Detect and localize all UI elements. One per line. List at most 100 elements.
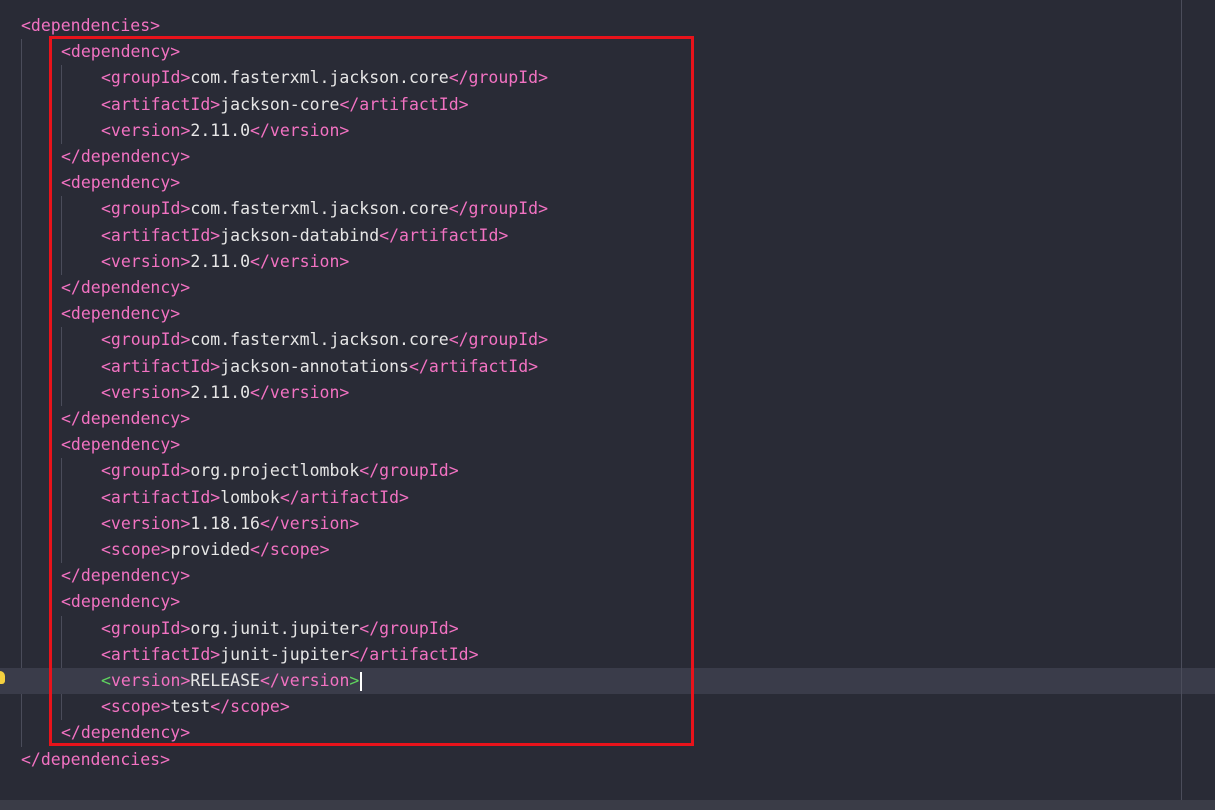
xml-tag: </groupId> <box>448 330 549 350</box>
xml-tag: <version> <box>101 382 191 402</box>
xml-tag: <artifactId> <box>101 356 221 376</box>
code-line[interactable]: <version>2.11.0</version> <box>0 380 1180 406</box>
code-line[interactable]: <artifactId>jackson-databind</artifactId… <box>0 223 1180 249</box>
code-line[interactable]: <artifactId>jackson-annotations</artifac… <box>0 354 1180 380</box>
code-line-content: </dependency> <box>61 406 190 432</box>
code-line[interactable]: <groupId>org.junit.jupiter</groupId> <box>0 616 1180 642</box>
xml-tag: <dependency> <box>61 42 181 62</box>
xml-tag: <version> <box>101 513 191 533</box>
code-line[interactable]: <dependency> <box>0 301 1180 327</box>
xml-text: 2.11.0 <box>190 251 251 271</box>
code-line-content: </dependency> <box>61 563 190 589</box>
code-line-content: <version>2.11.0</version> <box>101 118 349 144</box>
xml-tag: <artifactId> <box>101 94 221 114</box>
code-line-content: <groupId>com.fasterxml.jackson.core</gro… <box>101 65 548 91</box>
code-line-content: <scope>test</scope> <box>101 694 290 720</box>
code-line-content: <groupId>com.fasterxml.jackson.core</gro… <box>101 196 548 222</box>
code-line-content: <groupId>org.junit.jupiter</groupId> <box>101 616 459 642</box>
code-line[interactable]: <version>2.11.0</version> <box>0 118 1180 144</box>
code-line-content: <dependency> <box>61 170 180 196</box>
xml-tag: < <box>101 671 111 690</box>
code-line-content: <dependency> <box>61 432 180 458</box>
xml-tag: </dependency> <box>61 278 191 297</box>
code-line-content: </dependencies> <box>21 747 170 773</box>
code-line[interactable]: <version>1.18.16</version> <box>0 511 1180 537</box>
xml-text: RELEASE <box>190 671 260 690</box>
xml-tag: </dependency> <box>61 409 191 428</box>
xml-tag: <groupId> <box>101 68 191 88</box>
xml-text: 1.18.16 <box>190 513 260 533</box>
code-line[interactable]: <version>RELEASE</version> <box>0 668 1215 694</box>
xml-tag: </groupId> <box>448 199 549 219</box>
xml-tag: </groupId> <box>359 618 459 638</box>
code-line[interactable]: <groupId>org.projectlombok</groupId> <box>0 458 1180 484</box>
xml-tag: <groupId> <box>101 199 191 219</box>
code-line-content: <artifactId>jackson-core</artifactId> <box>101 92 469 118</box>
xml-tag: version> <box>110 671 191 690</box>
right-margin-line <box>1181 0 1182 800</box>
xml-tag: </version> <box>259 513 360 533</box>
code-editor[interactable]: <dependencies> <dependency> <groupId>com.f… <box>0 0 1215 810</box>
xml-text: provided <box>170 540 251 559</box>
code-line[interactable]: </dependency> <box>0 563 1180 589</box>
xml-tag: </artifactId> <box>379 225 509 245</box>
xml-tag: <version> <box>101 120 191 140</box>
code-line[interactable]: <scope>provided</scope> <box>0 537 1180 563</box>
code-line[interactable]: </dependencies> <box>0 747 1180 773</box>
code-line[interactable]: <groupId>com.fasterxml.jackson.core</gro… <box>0 327 1180 353</box>
xml-tag: <version> <box>101 251 191 271</box>
xml-tag: <dependencies> <box>21 16 161 35</box>
code-line[interactable]: <dependency> <box>0 170 1180 196</box>
xml-tag: <dependency> <box>61 435 181 455</box>
xml-text: 2.11.0 <box>190 382 251 402</box>
lightbulb-icon[interactable] <box>0 671 5 684</box>
xml-tag: <scope> <box>101 540 171 559</box>
code-line[interactable]: </dependency> <box>0 144 1180 170</box>
horizontal-scrollbar[interactable] <box>0 800 1215 810</box>
code-line-content: <version>RELEASE</version> <box>101 668 359 694</box>
xml-tag: <groupId> <box>101 461 191 481</box>
code-line-content: <groupId>com.fasterxml.jackson.core</gro… <box>101 327 548 353</box>
code-line[interactable]: <dependency> <box>0 432 1180 458</box>
xml-tag: <artifactId> <box>101 225 221 245</box>
code-line[interactable]: </dependency> <box>0 406 1180 432</box>
xml-tag: <dependency> <box>61 173 181 193</box>
code-line[interactable]: <scope>test</scope> <box>0 694 1180 720</box>
code-line-content: <artifactId>jackson-databind</artifactId… <box>101 223 508 249</box>
xml-text: jackson-annotations <box>220 356 409 376</box>
xml-tag: </dependency> <box>61 147 191 166</box>
code-line[interactable]: <groupId>com.fasterxml.jackson.core</gro… <box>0 65 1180 91</box>
xml-text: org.projectlombok <box>190 461 360 481</box>
xml-tag: </version <box>259 671 350 690</box>
code-line[interactable]: <dependency> <box>0 39 1180 65</box>
xml-tag: <dependency> <box>61 304 181 324</box>
code-line[interactable]: <version>2.11.0</version> <box>0 249 1180 275</box>
code-line[interactable]: </dependency> <box>0 275 1180 301</box>
code-line-content: </dependency> <box>61 275 190 301</box>
code-line[interactable]: <artifactId>jackson-core</artifactId> <box>0 92 1180 118</box>
code-line[interactable]: <artifactId>lombok</artifactId> <box>0 485 1180 511</box>
xml-tag: </version> <box>250 382 350 402</box>
xml-text: lombok <box>220 487 280 507</box>
code-line[interactable]: <artifactId>junit-jupiter</artifactId> <box>0 642 1180 668</box>
xml-text: jackson-databind <box>220 225 380 245</box>
xml-tag: </groupId> <box>359 461 459 481</box>
code-line[interactable]: <dependencies> <box>0 13 1180 39</box>
code-line[interactable]: </dependency> <box>0 720 1180 746</box>
xml-text: com.fasterxml.jackson.core <box>190 68 449 88</box>
xml-tag: <scope> <box>101 697 171 717</box>
xml-text: junit-jupiter <box>220 644 350 664</box>
code-line[interactable]: <groupId>com.fasterxml.jackson.core</gro… <box>0 196 1180 222</box>
xml-tag: > <box>349 671 360 690</box>
code-line-content: <artifactId>junit-jupiter</artifactId> <box>101 642 479 668</box>
xml-tag: </artifactId> <box>339 94 469 114</box>
xml-text: test <box>170 697 211 717</box>
code-line-content: </dependency> <box>61 144 190 170</box>
xml-tag: <dependency> <box>61 592 181 612</box>
code-line[interactable]: <dependency> <box>0 589 1180 615</box>
xml-text: 2.11.0 <box>190 120 251 140</box>
xml-tag: <artifactId> <box>101 644 221 664</box>
xml-text: com.fasterxml.jackson.core <box>190 330 449 350</box>
code-line-content: <version>2.11.0</version> <box>101 249 349 275</box>
xml-tag: </dependency> <box>61 723 191 743</box>
